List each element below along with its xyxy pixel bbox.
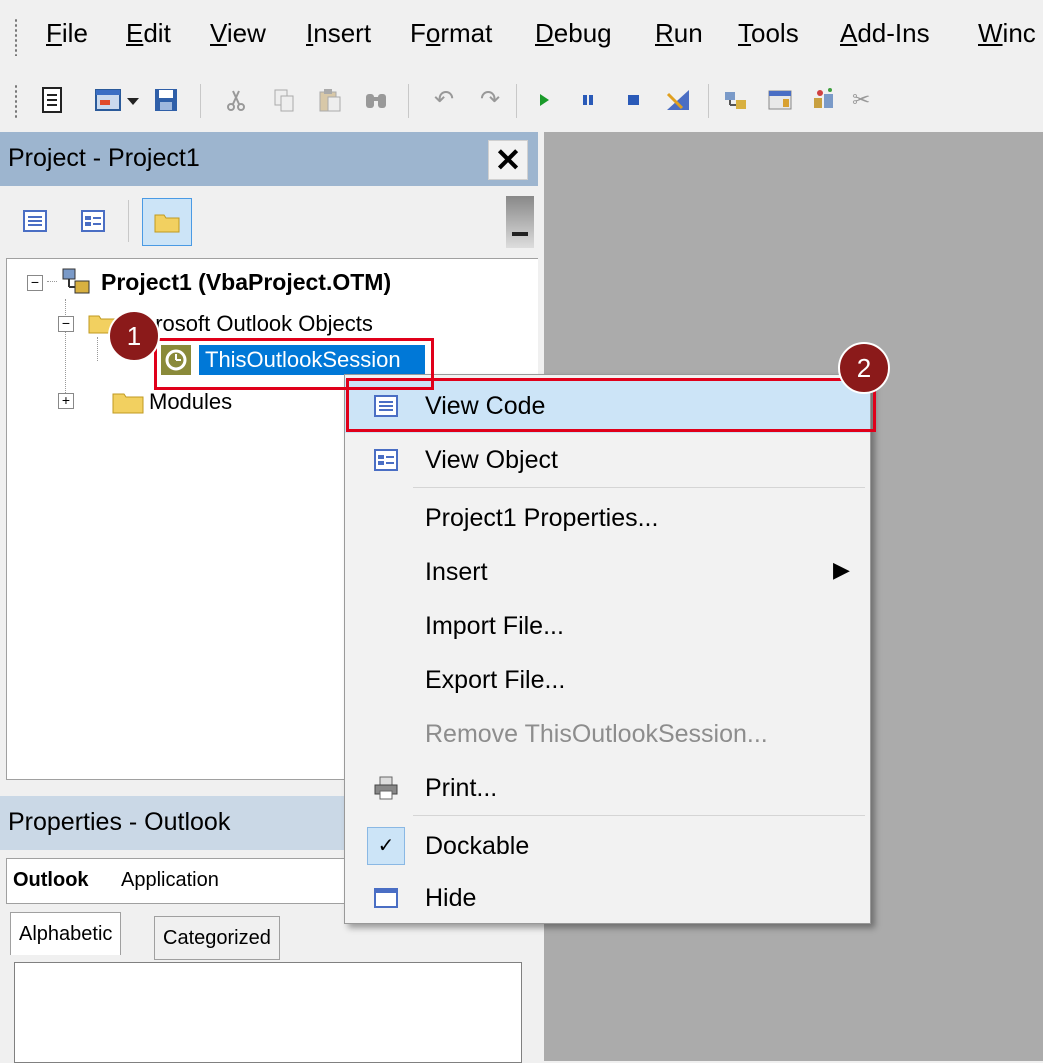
tree-root-label[interactable]: Project1 (VbaProject.OTM) (101, 269, 391, 296)
properties-grid[interactable] (14, 962, 522, 1063)
menubar-grip[interactable] (14, 18, 18, 56)
folder-icon (154, 214, 180, 233)
menu-insert[interactable]: Insert (306, 18, 371, 49)
toolbox-icon[interactable]: ✂ (852, 86, 880, 114)
object-browser-icon[interactable] (810, 86, 838, 114)
menu-edit[interactable]: Edit (126, 18, 171, 49)
menu-view[interactable]: View (210, 18, 266, 49)
menu-item-print[interactable]: Print... (345, 761, 870, 815)
vba-project-icon (62, 268, 90, 294)
menu-item-label: Hide (425, 884, 477, 912)
menu-tools[interactable]: Tools (738, 18, 799, 49)
tree-folder-modules[interactable]: Modules (149, 389, 232, 415)
properties-window-icon[interactable] (766, 86, 794, 114)
run-icon[interactable] (530, 86, 558, 114)
menu-item-project-properties[interactable]: Project1 Properties... (345, 491, 870, 545)
menu-item-label: Print... (425, 774, 498, 802)
menu-window[interactable]: Winc (978, 18, 1036, 49)
menu-item-label: Import File... (425, 612, 564, 640)
break-icon[interactable] (574, 86, 602, 114)
object-type: Application (121, 869, 219, 891)
copy-icon[interactable] (270, 86, 298, 114)
checkmark-icon: ✓ (367, 827, 405, 865)
highlight-box-step2 (346, 378, 876, 432)
find-icon[interactable] (362, 86, 390, 114)
standard-toolbar: ↶ ↷ ✂ (0, 74, 1043, 130)
undo-icon[interactable]: ↶ (430, 86, 458, 114)
context-menu: View Code View Object Project1 Propertie… (344, 374, 871, 924)
tree-connector (97, 337, 98, 361)
collapse-icon[interactable]: − (58, 316, 74, 332)
tree-connector (47, 281, 57, 282)
menu-add-ins[interactable]: Add-Ins (840, 18, 930, 49)
project-pane-title: Project - Project1 (8, 144, 200, 172)
menu-item-label: Export File... (425, 666, 566, 694)
menu-file[interactable]: File (46, 18, 88, 49)
toolbar-separator (408, 84, 409, 118)
submenu-arrow-icon: ▶ (833, 557, 850, 582)
folder-icon (112, 393, 144, 414)
toolbar-grip[interactable] (14, 84, 18, 120)
menu-item-label: View Object (425, 446, 558, 474)
menu-item-label: Project1 Properties... (425, 504, 659, 532)
hide-window-icon (374, 888, 398, 908)
toolbar-separator (128, 200, 129, 242)
menu-item-label: Remove ThisOutlookSession... (425, 720, 768, 748)
save-icon[interactable] (152, 86, 180, 114)
menu-bar: File Edit View Insert Format Debug Run T… (0, 0, 1043, 74)
menu-item-hide[interactable]: Hide (345, 871, 870, 925)
project-explorer-icon[interactable] (722, 86, 750, 114)
view-code-icon[interactable] (22, 208, 48, 234)
menu-item-remove: Remove ThisOutlookSession... (345, 707, 870, 761)
menu-item-label: Insert (425, 558, 488, 586)
menu-format[interactable]: Format (410, 18, 492, 49)
tab-alphabetic[interactable]: Alphabetic (10, 912, 122, 955)
insert-userform-icon[interactable] (94, 86, 122, 114)
menu-item-insert[interactable]: Insert ▶ (345, 545, 870, 599)
menu-debug[interactable]: Debug (535, 18, 612, 49)
paste-icon[interactable] (316, 86, 344, 114)
menu-run[interactable]: Run (655, 18, 703, 49)
toolbar-separator (200, 84, 201, 118)
project-pane-title-bar[interactable]: Project - Project1 ✕ (0, 132, 538, 186)
toggle-folders-button[interactable] (142, 198, 192, 246)
menu-item-export-file[interactable]: Export File... (345, 653, 870, 707)
project-pane-toolbar (0, 186, 538, 258)
cut-icon[interactable] (222, 86, 250, 114)
view-object-icon (374, 449, 398, 471)
scrollbar-grip-icon (512, 232, 528, 236)
menu-item-dockable[interactable]: ✓ Dockable (345, 819, 870, 873)
print-icon (374, 776, 398, 800)
menu-separator (413, 815, 865, 816)
tab-categorized[interactable]: Categorized (154, 916, 280, 960)
dropdown-arrow-icon[interactable] (124, 86, 142, 114)
menu-item-import-file[interactable]: Import File... (345, 599, 870, 653)
reset-icon[interactable] (620, 86, 648, 114)
menu-separator (413, 487, 865, 488)
properties-pane-title: Properties - Outlook (8, 808, 231, 836)
expand-icon[interactable]: + (58, 393, 74, 409)
menu-item-view-object[interactable]: View Object (345, 433, 870, 487)
step-badge-1: 1 (108, 310, 160, 362)
toolbar-separator (516, 84, 517, 118)
step-badge-2: 2 (838, 342, 890, 394)
scrollbar-thumb[interactable] (506, 196, 534, 248)
redo-icon[interactable]: ↷ (476, 86, 504, 114)
menu-item-label: Dockable (425, 832, 530, 860)
close-icon[interactable]: ✕ (488, 140, 528, 180)
design-mode-icon[interactable] (664, 86, 692, 114)
collapse-icon[interactable]: − (27, 275, 43, 291)
object-name: Outlook (13, 869, 89, 891)
view-excel-icon[interactable] (38, 86, 66, 114)
view-object-icon[interactable] (80, 208, 106, 234)
toolbar-separator (708, 84, 709, 118)
